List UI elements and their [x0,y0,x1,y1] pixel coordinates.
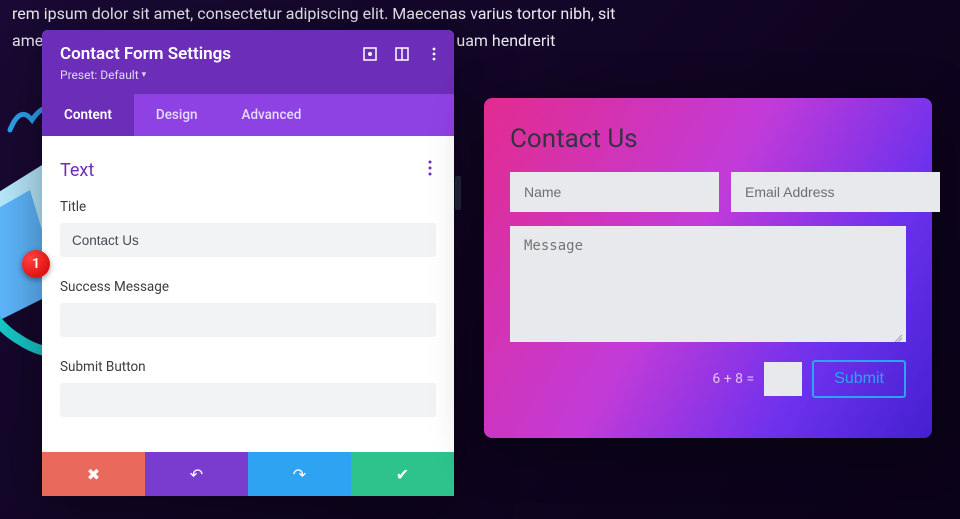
check-icon: ✔ [396,465,409,484]
bg-line-1: rem ipsum dolor sit amet, consectetur ad… [12,0,948,27]
settings-tabs: Content Design Advanced [42,94,454,136]
tab-content[interactable]: Content [42,94,134,136]
panel-header[interactable]: Contact Form Settings Preset: Default ▾ [42,30,454,94]
submit-button-field[interactable] [60,383,436,417]
close-icon: ✖ [87,465,100,484]
success-message-label: Success Message [60,279,436,295]
message-field[interactable] [510,226,906,342]
preset-dropdown[interactable]: Preset: Default ▾ [60,68,436,82]
columns-icon[interactable] [394,46,410,62]
panel-footer: ✖ ↶ ↷ ✔ [42,452,454,496]
section-more-icon[interactable] [424,158,436,183]
name-field[interactable] [510,172,719,212]
captcha-label: 6 + 8 = [712,371,754,387]
save-button[interactable]: ✔ [351,452,454,496]
title-field-label: Title [60,199,436,215]
submit-button-label: Submit Button [60,359,436,375]
title-field[interactable] [60,223,436,257]
cancel-button[interactable]: ✖ [42,452,145,496]
panel-body: Text Title Success Message Submit Button [42,136,454,452]
contact-form-preview: Contact Us 6 + 8 = Submit [484,98,932,438]
more-icon[interactable] [426,46,442,62]
tab-design[interactable]: Design [134,94,220,136]
redo-button[interactable]: ↷ [248,452,351,496]
undo-icon: ↶ [190,465,203,484]
captcha-field[interactable] [764,362,802,396]
success-message-field[interactable] [60,303,436,337]
redo-icon: ↷ [293,465,306,484]
preset-label: Preset: Default [60,68,139,82]
tab-advanced[interactable]: Advanced [220,94,324,136]
submit-button[interactable]: Submit [812,360,906,398]
chevron-down-icon: ▾ [142,70,147,80]
step-badge-1: 1 [22,250,50,278]
form-title: Contact Us [510,124,906,154]
bg-line-2-right: uam hendrerit [456,31,555,50]
contact-form-settings-panel: Contact Form Settings Preset: Default ▾ [42,30,454,496]
section-title-text: Text [60,160,94,181]
expand-icon[interactable] [362,46,378,62]
resize-handle-icon [894,334,903,343]
scrollbar-handle[interactable] [455,176,461,210]
email-field[interactable] [731,172,940,212]
undo-button[interactable]: ↶ [145,452,248,496]
